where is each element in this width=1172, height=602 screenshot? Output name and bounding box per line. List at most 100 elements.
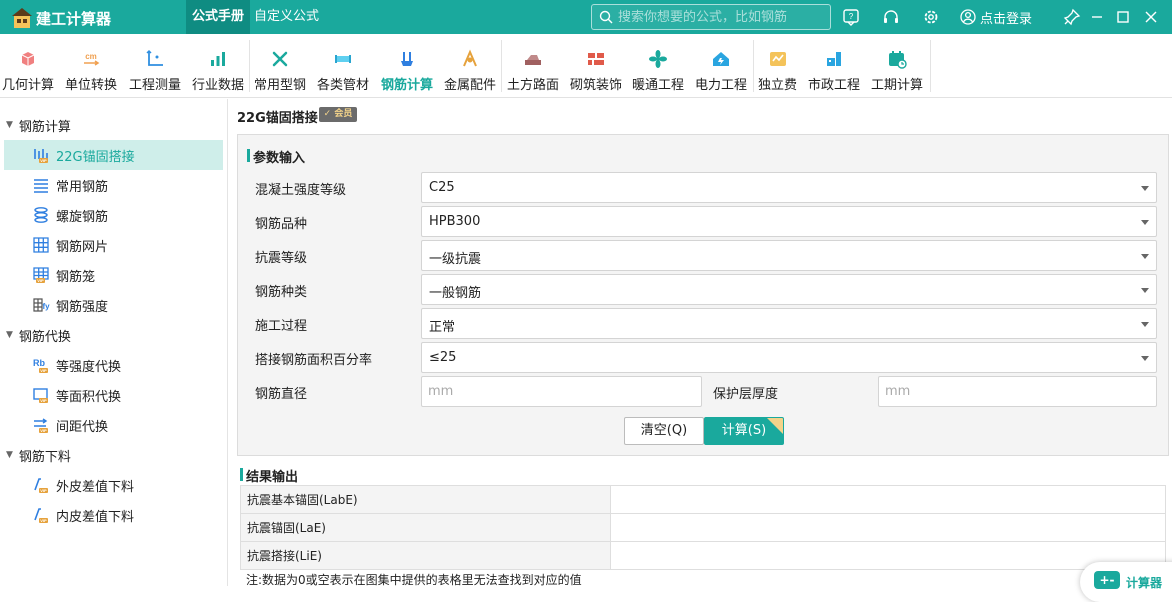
result-value-lie	[610, 541, 1166, 570]
toolbar-metal-fittings[interactable]: 金属配件	[444, 34, 496, 98]
field-label-concrete-grade: 混凝土强度等级	[255, 183, 347, 198]
spacing-icon: VIP	[34, 418, 48, 433]
field-label-rebar-kind: 钢筋种类	[255, 285, 308, 300]
logo-icon	[12, 8, 32, 28]
login-label: 点击登录	[980, 11, 1033, 27]
close-icon[interactable]	[1142, 8, 1160, 26]
toolbar-hvac[interactable]: 暖通工程	[632, 34, 684, 98]
tab-formula-manual[interactable]: 公式手册	[186, 0, 251, 34]
sidebar-item-outer-diff[interactable]: VIP 外皮差值下料	[4, 470, 223, 500]
chevron-down-icon	[1141, 288, 1149, 293]
result-label-lae: 抗震锚固(LaE)	[240, 513, 611, 542]
toolbar-rebar-calc[interactable]: 钢筋计算	[381, 34, 433, 98]
toolbar-earthwork[interactable]: 土方路面	[507, 34, 559, 98]
input-panel: 参数输入 混凝土强度等级 C25 钢筋品种 HPB300 抗震等级 一级抗震 钢…	[237, 134, 1169, 456]
feedback-icon[interactable]: ?	[842, 8, 860, 26]
sidebar-item-rebar-mesh[interactable]: 钢筋网片	[4, 230, 223, 260]
search-input[interactable]	[618, 8, 823, 26]
cover-input[interactable]	[878, 376, 1157, 407]
fee-icon	[769, 52, 786, 66]
construction-process-select[interactable]: 正常	[421, 308, 1157, 339]
svg-text:VIP: VIP	[40, 368, 47, 373]
cage-icon: VIP	[33, 267, 49, 283]
chevron-down-icon	[1141, 322, 1149, 327]
pin-icon[interactable]	[1063, 8, 1081, 26]
svg-text:VIP: VIP	[40, 428, 47, 433]
sidebar-section-rebar-cutting[interactable]: ▼ 钢筋下料	[0, 440, 71, 470]
chevron-down-icon	[1141, 186, 1149, 191]
rebar-grade-select[interactable]: HPB300	[421, 206, 1157, 237]
sidebar-section-rebar-calc[interactable]: ▼ 钢筋计算	[0, 110, 71, 140]
gear-icon[interactable]	[922, 8, 940, 26]
table-row: 抗震搭接(LiE)	[240, 541, 1166, 570]
rebar-icon	[401, 52, 413, 66]
sidebar-item-inner-diff[interactable]: VIP 内皮差值下料	[4, 500, 223, 530]
lap-percent-select[interactable]: ≤25	[421, 342, 1157, 373]
title-bar: 建工计算器 公式手册 自定义公式 ? 点击登录	[0, 0, 1172, 34]
toolbar-survey[interactable]: 工程测量	[129, 34, 181, 98]
toolbar-municipal[interactable]: 市政工程	[808, 34, 860, 98]
result-value-lae	[610, 513, 1166, 542]
svg-text:cm: cm	[85, 52, 97, 61]
municipal-icon	[827, 52, 841, 66]
power-house-icon	[713, 52, 729, 66]
sidebar-item-rebar-cage[interactable]: VIP 钢筋笼	[4, 260, 223, 290]
toolbar-power[interactable]: 电力工程	[695, 34, 747, 98]
toolbar-geometry[interactable]: 几何计算	[2, 34, 54, 98]
caret-down-icon: ▼	[6, 120, 13, 130]
wrench-icon	[272, 51, 288, 67]
toolbar-independent-fee[interactable]: 独立费	[758, 34, 797, 98]
diameter-input[interactable]	[421, 376, 702, 407]
member-badge: ✓ 会员	[319, 107, 357, 122]
toolbar-pipes[interactable]: 各类管材	[317, 34, 369, 98]
svg-text:fy: fy	[42, 302, 50, 311]
sidebar-item-spiral-rebar[interactable]: 螺旋钢筋	[4, 200, 223, 230]
metal-fitting-icon	[463, 49, 477, 67]
calendar-icon	[889, 51, 907, 69]
toolbar-steel-section[interactable]: 常用型钢	[254, 34, 306, 98]
page-title: 22G锚固搭接	[237, 111, 318, 126]
sidebar-item-equal-strength[interactable]: Rb VIP 等强度代换	[4, 350, 223, 380]
calculate-button[interactable]: 计算(S)	[704, 417, 784, 445]
field-label-cover: 保护层厚度	[713, 387, 779, 402]
toolbar-schedule[interactable]: 工期计算	[871, 34, 923, 98]
sidebar-item-22g-anchor[interactable]: VIP 22G锚固搭接	[4, 140, 223, 170]
table-row: 抗震锚固(LaE)	[240, 513, 1166, 542]
sidebar-item-spacing-substitute[interactable]: VIP 间距代换	[4, 410, 223, 440]
brick-icon	[588, 53, 604, 65]
results-table: 抗震基本锚固(LabE) 抗震锚固(LaE) 抗震搭接(LiE)	[240, 485, 1166, 570]
calculator-float-button[interactable]: +- 计算器	[1080, 562, 1172, 602]
result-label-lie: 抗震搭接(LiE)	[240, 541, 611, 570]
toolbar-masonry[interactable]: 砌筑装饰	[570, 34, 622, 98]
field-label-seismic-grade: 抗震等级	[255, 251, 308, 266]
anchor-bars-icon: VIP	[34, 149, 48, 163]
sidebar-section-rebar-substitute[interactable]: ▼ 钢筋代换	[0, 320, 71, 350]
svg-text:VIP: VIP	[37, 278, 44, 283]
login-button[interactable]: 点击登录	[960, 7, 1032, 27]
svg-text:VIP: VIP	[40, 488, 47, 493]
search-box[interactable]	[591, 4, 831, 30]
tab-custom-formula[interactable]: 自定义公式	[248, 0, 325, 34]
sidebar-item-common-rebar[interactable]: 常用钢筋	[4, 170, 223, 200]
category-toolbar: 几何计算 cm 单位转换 工程测量 行业数据 常用型钢 各类管材 钢筋计算 金属…	[0, 34, 1172, 98]
toolbar-unit-convert[interactable]: cm 单位转换	[65, 34, 117, 98]
rebar-kind-select[interactable]: 一般钢筋	[421, 274, 1157, 305]
seismic-grade-select[interactable]: 一级抗震	[421, 240, 1157, 271]
clear-button[interactable]: 清空(Q)	[624, 417, 704, 445]
caret-down-icon: ▼	[6, 450, 13, 460]
pipe-icon	[335, 55, 351, 63]
main-content: 22G锚固搭接 ✓ 会员 参数输入 混凝土强度等级 C25 钢筋品种 HPB30…	[229, 99, 1172, 587]
minimize-icon[interactable]	[1088, 8, 1106, 26]
sidebar-item-equal-area[interactable]: VIP 等面积代换	[4, 380, 223, 410]
svg-text:VIP: VIP	[40, 398, 47, 403]
result-note: 注:数据为0或空表示在图集中提供的表格里无法查找到对应的值	[246, 573, 582, 587]
headset-icon[interactable]	[882, 8, 900, 26]
result-label-labe: 抗震基本锚固(LabE)	[240, 485, 611, 514]
sidebar-item-rebar-strength[interactable]: fy 钢筋强度	[4, 290, 223, 320]
cube-icon	[21, 52, 35, 66]
svg-text:VIP: VIP	[40, 518, 47, 523]
toolbar-industry-data[interactable]: 行业数据	[192, 34, 244, 98]
concrete-grade-select[interactable]: C25	[421, 172, 1157, 203]
maximize-icon[interactable]	[1114, 8, 1132, 26]
area-icon: VIP	[33, 388, 48, 403]
